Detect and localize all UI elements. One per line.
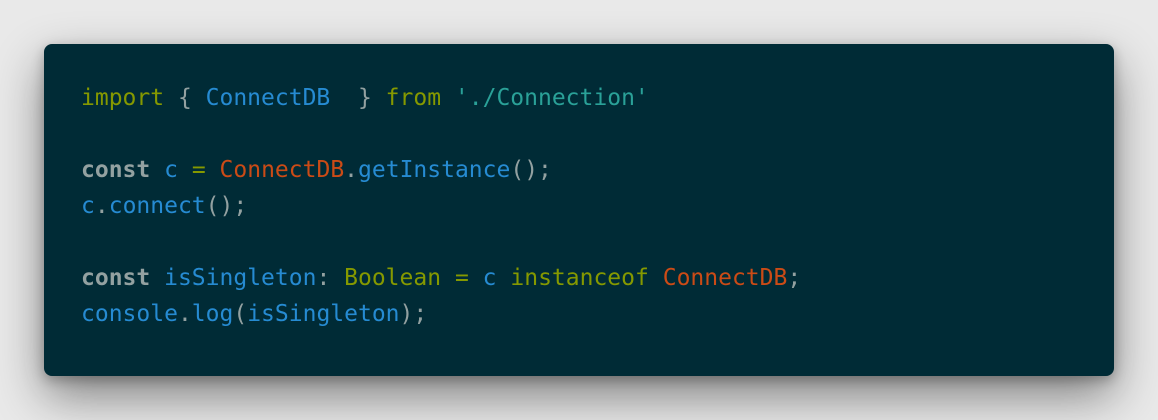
code-token: from (385, 85, 442, 111)
code-line: import { ConnectDB } from './Connection' (81, 80, 1114, 116)
code-line: const c = ConnectDB.getInstance(); (81, 152, 1114, 188)
code-token: { (164, 85, 206, 111)
code-token: ConnectDB (219, 157, 345, 183)
code-line: c.connect(); (81, 188, 1114, 224)
code-token: . (94, 193, 109, 219)
code-token: = (191, 157, 206, 183)
screenshot-stage: import { ConnectDB } from './Connection'… (0, 0, 1158, 420)
code-token: : (316, 265, 345, 291)
code-token: console (81, 301, 178, 327)
code-token: . (177, 301, 192, 327)
code-snippet-window: import { ConnectDB } from './Connection'… (44, 44, 1114, 376)
code-token: c (164, 157, 178, 183)
code-token: isSingleton (247, 301, 400, 327)
code-token: ( (233, 301, 248, 327)
code-token: (); (510, 157, 552, 183)
code-token: const (81, 157, 151, 183)
code-token: const (81, 265, 151, 291)
code-token: getInstance (358, 157, 511, 183)
code-token: ); (399, 301, 428, 327)
code-token: c (482, 265, 497, 291)
code-token: ; (787, 265, 802, 291)
code-token: ConnectDB (205, 85, 331, 111)
code-token: isSingleton (164, 265, 317, 291)
code-token: c (81, 193, 95, 219)
code-token: import (81, 85, 165, 111)
code-token: } (330, 85, 386, 111)
code-token: ConnectDB (662, 265, 788, 291)
code-token: Boolean (344, 265, 442, 291)
code-block: import { ConnectDB } from './Connection'… (81, 80, 1114, 332)
code-token: './Connection' (454, 85, 649, 111)
code-token: instanceof (510, 265, 649, 291)
code-token: log (191, 301, 234, 327)
code-token: . (344, 157, 359, 183)
code-line: console.log(isSingleton); (81, 296, 1114, 332)
code-token: connect (108, 193, 206, 219)
code-line: const isSingleton: Boolean = c instanceo… (81, 260, 1114, 296)
code-token: (); (205, 193, 248, 219)
code-token: = (454, 265, 469, 291)
